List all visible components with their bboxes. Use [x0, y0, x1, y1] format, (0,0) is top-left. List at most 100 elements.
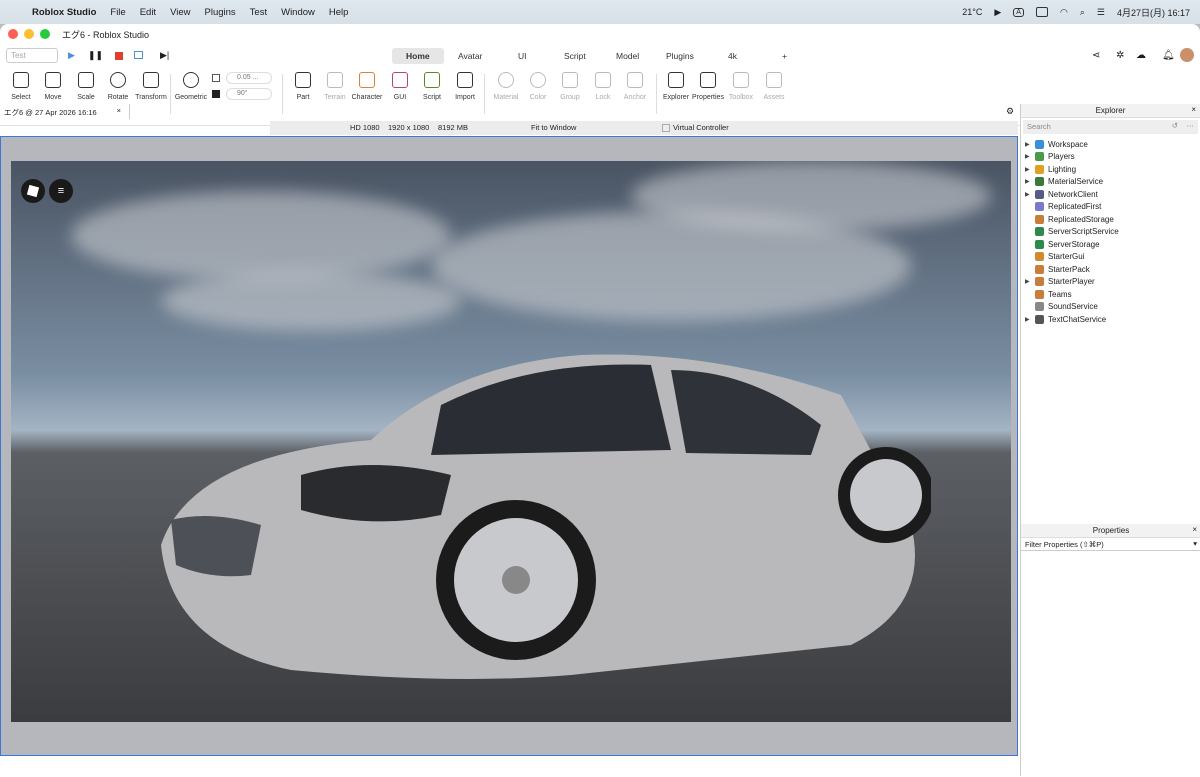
- snap-move-checkbox[interactable]: [212, 74, 220, 82]
- snap-rotate-checkbox[interactable]: [212, 90, 220, 98]
- explorer-search-input[interactable]: Search ↺ ⋯: [1023, 120, 1198, 134]
- geometric-tool[interactable]: Geometric: [174, 70, 208, 101]
- chevron-right-icon[interactable]: ▶: [1025, 166, 1035, 173]
- tab-4k[interactable]: 4k: [714, 48, 751, 64]
- app-menu[interactable]: Roblox Studio: [32, 7, 96, 18]
- close-tab-icon[interactable]: ×: [117, 106, 121, 115]
- chevron-right-icon[interactable]: ▶: [1025, 278, 1035, 285]
- snap-move-input[interactable]: 0.05 ...: [226, 72, 272, 84]
- game-viewport[interactable]: ≡: [0, 136, 1018, 756]
- chevron-down-icon[interactable]: ▾: [1193, 539, 1197, 548]
- control-center-icon[interactable]: ☰: [1097, 7, 1105, 18]
- settings-gear-icon[interactable]: ⚙: [1006, 106, 1014, 117]
- play-icon[interactable]: ▶: [68, 50, 75, 61]
- gui-button[interactable]: GUI: [383, 70, 417, 101]
- avatar[interactable]: [1180, 48, 1194, 62]
- script-button[interactable]: Script: [415, 70, 449, 101]
- chat-menu-button[interactable]: ≡: [49, 179, 73, 203]
- menu-plugins[interactable]: Plugins: [205, 7, 236, 18]
- rotate-tool[interactable]: Rotate: [101, 70, 135, 101]
- explorer-item-startergui[interactable]: StarterGui: [1021, 251, 1200, 264]
- part-button[interactable]: Part: [286, 70, 320, 101]
- close-panel-icon[interactable]: ×: [1192, 525, 1197, 534]
- close-panel-icon[interactable]: ×: [1191, 105, 1196, 114]
- explorer-item-textchatservice[interactable]: ▶ TextChatService: [1021, 313, 1200, 326]
- cloud-icon[interactable]: ☁: [1136, 50, 1146, 61]
- search-icon[interactable]: ⌕: [1080, 7, 1085, 18]
- toolbox-button[interactable]: Toolbox: [724, 70, 758, 101]
- explorer-item-serverscriptservice[interactable]: ServerScriptService: [1021, 226, 1200, 239]
- explorer-item-teams[interactable]: Teams: [1021, 288, 1200, 301]
- explorer-item-workspace[interactable]: ▶ Workspace: [1021, 138, 1200, 151]
- minimize-window-button[interactable]: [24, 29, 34, 39]
- scene-render[interactable]: ≡: [11, 161, 1011, 722]
- terrain-button[interactable]: Terrain: [318, 70, 352, 101]
- tab-plugins[interactable]: Plugins: [652, 48, 708, 64]
- select-tool[interactable]: Select: [4, 70, 38, 101]
- zoom-window-button[interactable]: [40, 29, 50, 39]
- explorer-item-networkclient[interactable]: ▶ NetworkClient: [1021, 188, 1200, 201]
- menu-view[interactable]: View: [170, 7, 190, 18]
- move-tool[interactable]: Move: [36, 70, 70, 101]
- properties-button[interactable]: Properties: [691, 70, 725, 101]
- pause-icon[interactable]: ❚❚: [88, 50, 103, 61]
- input-source[interactable]: A: [1013, 7, 1024, 17]
- assets-button[interactable]: Assets: [757, 70, 791, 101]
- share-icon[interactable]: ⋖: [1092, 50, 1100, 61]
- chevron-right-icon[interactable]: ▶: [1025, 178, 1035, 185]
- menu-test[interactable]: Test: [250, 7, 267, 18]
- fit-select[interactable]: Fit to Window: [531, 123, 576, 132]
- virtual-controller-checkbox[interactable]: [662, 124, 670, 132]
- chevron-right-icon[interactable]: ▶: [1025, 141, 1035, 148]
- collab-icon[interactable]: ✲: [1116, 50, 1124, 61]
- anchor-button[interactable]: Anchor: [618, 70, 652, 101]
- car-model[interactable]: [151, 345, 931, 685]
- play-icon[interactable]: ▶: [994, 7, 1001, 18]
- snap-rotate-input[interactable]: 90°: [226, 88, 272, 100]
- more-icon[interactable]: ⋯: [1187, 121, 1195, 130]
- menu-edit[interactable]: Edit: [140, 7, 156, 18]
- character-button[interactable]: Character: [350, 70, 384, 101]
- memory-select[interactable]: 8192 MB: [438, 123, 468, 132]
- chevron-right-icon[interactable]: ▶: [1025, 153, 1035, 160]
- step-icon[interactable]: ▶|: [160, 50, 169, 61]
- menu-help[interactable]: Help: [329, 7, 349, 18]
- clock[interactable]: 4月27日(月) 16:17: [1117, 6, 1190, 19]
- explorer-item-materialservice[interactable]: ▶ MaterialService: [1021, 176, 1200, 189]
- explorer-item-starterpack[interactable]: StarterPack: [1021, 263, 1200, 276]
- notification-icon[interactable]: 🔔︎: [1162, 50, 1175, 61]
- weather-status[interactable]: 21°C: [962, 7, 982, 17]
- test-select[interactable]: Test: [6, 48, 58, 63]
- filter-properties-input[interactable]: Filter Properties (⇧⌘P) ▾: [1021, 538, 1200, 551]
- material-button[interactable]: Material: [489, 70, 523, 101]
- import-button[interactable]: Import: [448, 70, 482, 101]
- color-button[interactable]: Color: [521, 70, 555, 101]
- apple-icon[interactable]: [10, 7, 20, 18]
- device-select[interactable]: HD 1080: [350, 123, 380, 132]
- tab-avatar[interactable]: Avatar: [444, 48, 496, 64]
- explorer-item-starterplayer[interactable]: ▶ StarterPlayer: [1021, 276, 1200, 289]
- roblox-menu-button[interactable]: [21, 179, 45, 203]
- battery-icon[interactable]: [1035, 7, 1048, 17]
- menu-file[interactable]: File: [110, 7, 125, 18]
- explorer-item-players[interactable]: ▶ Players: [1021, 151, 1200, 164]
- stop-icon[interactable]: [115, 52, 123, 60]
- menu-window[interactable]: Window: [281, 7, 315, 18]
- explorer-item-replicatedstorage[interactable]: ReplicatedStorage: [1021, 213, 1200, 226]
- tab-ui[interactable]: UI: [504, 48, 541, 64]
- scale-tool[interactable]: Scale: [69, 70, 103, 101]
- chevron-right-icon[interactable]: ▶: [1025, 316, 1035, 323]
- close-window-button[interactable]: [8, 29, 18, 39]
- client-server-icon[interactable]: [134, 51, 143, 59]
- history-icon[interactable]: ↺: [1172, 121, 1178, 130]
- chevron-right-icon[interactable]: ▶: [1025, 191, 1035, 198]
- explorer-button[interactable]: Explorer: [659, 70, 693, 101]
- document-tab[interactable]: エグ6 @ 27 Apr 2026 16:16 ×: [0, 104, 130, 119]
- add-tab-button[interactable]: +: [768, 48, 801, 64]
- explorer-item-soundservice[interactable]: SoundService: [1021, 301, 1200, 314]
- transform-tool[interactable]: Transform: [134, 70, 168, 101]
- tab-model[interactable]: Model: [602, 48, 653, 64]
- tab-script[interactable]: Script: [550, 48, 600, 64]
- explorer-item-lighting[interactable]: ▶ Lighting: [1021, 163, 1200, 176]
- tab-home[interactable]: Home: [392, 48, 444, 64]
